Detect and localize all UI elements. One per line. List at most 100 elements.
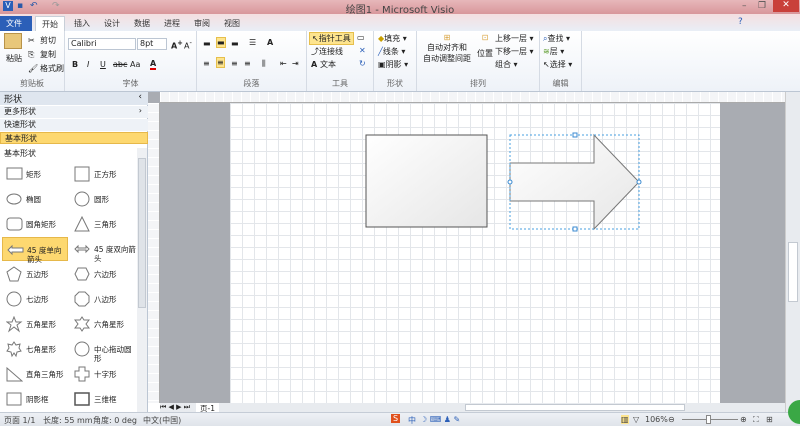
horizontal-scrollbar[interactable] <box>465 404 685 411</box>
tab-data[interactable]: 数据 <box>128 16 156 31</box>
format-painter-button[interactable]: 🖌 格式刷 <box>28 63 64 74</box>
tab-view[interactable]: 视图 <box>218 16 246 31</box>
selection-handle[interactable] <box>572 226 578 232</box>
tab-insert[interactable]: 插入 <box>68 16 96 31</box>
align-left-button[interactable]: ≡ <box>203 59 210 68</box>
normal-view-icon[interactable]: ▥ <box>621 415 629 424</box>
vertical-scrollbar[interactable] <box>785 92 800 412</box>
minimize-button[interactable]: – <box>742 1 747 11</box>
zoom-level[interactable]: 106% <box>645 415 668 424</box>
shape-item[interactable]: 五角星形 <box>2 312 68 336</box>
bring-forward-button[interactable]: 上移一层 ▾ <box>495 33 534 44</box>
bold-button[interactable]: B <box>72 60 78 69</box>
zoom-slider-thumb[interactable] <box>706 415 711 424</box>
shape-item[interactable]: 中心拖动圆形 <box>70 337 136 363</box>
arrow-shape[interactable] <box>509 133 640 231</box>
rectangle-shape[interactable] <box>365 134 488 228</box>
scroll-thumb[interactable] <box>788 242 798 302</box>
rotate-icon[interactable]: ↻ <box>359 59 366 68</box>
shape-item[interactable]: 三角形 <box>70 212 136 236</box>
shape-item[interactable]: 十字形 <box>70 362 136 386</box>
ime-toolbar-icons[interactable]: ☽ ⌨ ♟ ✎ <box>420 415 460 424</box>
align-bottom-button[interactable]: ▬ <box>231 39 239 48</box>
paste-icon[interactable] <box>4 33 22 49</box>
selection-handle[interactable] <box>572 132 578 138</box>
find-button[interactable]: ⌕查找 ▾ <box>543 33 570 44</box>
font-name-select[interactable]: Calibri <box>68 38 136 50</box>
shape-item[interactable]: 六边形 <box>70 262 136 286</box>
ime-mode[interactable]: 中 <box>408 415 416 426</box>
zoom-in-button[interactable]: ⊕ <box>740 415 747 424</box>
pan-zoom-icon[interactable]: ⊞ <box>766 415 773 424</box>
quick-shapes-item[interactable]: 快速形状 <box>0 119 148 131</box>
change-case-button[interactable]: Aa <box>130 60 140 69</box>
page-nav-icons[interactable]: ⏮ ◀ ▶ ⏭ <box>160 403 190 412</box>
bullets-button[interactable]: ☰ <box>249 38 256 47</box>
shape-item[interactable]: 阴影框 <box>2 387 68 411</box>
text-tool-button[interactable]: A 文本 <box>311 59 336 70</box>
align-right-button[interactable]: ≡ <box>231 59 238 68</box>
justify-button[interactable]: ≡ <box>244 59 251 68</box>
group-button[interactable]: 组合 ▾ <box>495 59 518 70</box>
pointer-tool-button[interactable]: ↖指针工具 <box>309 32 354 45</box>
shape-item[interactable]: 正方形 <box>70 162 136 186</box>
help-icon[interactable]: ? <box>738 17 743 27</box>
tab-file[interactable]: 文件 <box>0 16 32 31</box>
collapse-icon[interactable]: ‹ <box>138 92 142 102</box>
rectangle-tool-icon[interactable]: ▭ <box>357 33 365 42</box>
tab-process[interactable]: 进程 <box>158 16 186 31</box>
sogou-ime-icon[interactable]: S <box>391 414 401 423</box>
shrink-font-button[interactable]: A- <box>184 39 192 51</box>
font-size-select[interactable]: 8pt <box>137 38 167 50</box>
tab-review[interactable]: 审阅 <box>188 16 216 31</box>
text-direction-button[interactable]: A <box>267 38 273 47</box>
tab-home[interactable]: 开始 <box>35 16 65 31</box>
distribute-button[interactable]: ⫼ <box>262 59 266 69</box>
shape-item[interactable]: 椭圆 <box>2 187 68 211</box>
select-button[interactable]: ↖选择 ▾ <box>543 59 572 70</box>
underline-button[interactable]: U <box>100 60 106 69</box>
shape-item[interactable]: 圆形 <box>70 187 136 211</box>
more-shapes-item[interactable]: 更多形状 › <box>0 106 148 118</box>
selection-handle[interactable] <box>636 179 642 185</box>
shape-item[interactable]: 六角星形 <box>70 312 136 336</box>
shapes-scrollbar[interactable] <box>137 148 147 412</box>
position-button[interactable]: ⊡ 位置 <box>477 33 493 59</box>
font-color-button[interactable]: A <box>150 59 157 70</box>
align-top-button[interactable]: ▬ <box>203 39 211 48</box>
send-backward-button[interactable]: 下移一层 ▾ <box>495 46 534 57</box>
shape-item[interactable]: 矩形 <box>2 162 68 186</box>
copy-button[interactable]: ⎘ 复制 <box>28 49 56 60</box>
close-x-icon[interactable]: ✕ <box>359 46 366 55</box>
strikethrough-button[interactable]: abc <box>113 60 127 69</box>
restore-button[interactable]: ❐ <box>758 1 766 11</box>
shape-item[interactable]: 45 度双向箭头 <box>70 237 136 263</box>
zoom-out-button[interactable]: ⊖ <box>668 415 675 424</box>
drawing-page[interactable] <box>230 103 720 403</box>
shape-item[interactable]: 圆角矩形 <box>2 212 68 236</box>
align-center-button[interactable]: ≡ <box>216 57 225 68</box>
basic-shapes-item[interactable]: 基本形状 <box>0 132 148 144</box>
fit-page-icon[interactable]: ⛶ <box>753 415 759 425</box>
auto-align-space-button[interactable]: ⊞ 自动对齐和 自动调整间距 <box>421 33 473 64</box>
shape-item[interactable]: 五边形 <box>2 262 68 286</box>
fill-button[interactable]: ◆填充 ▾ <box>378 33 407 44</box>
line-button[interactable]: ╱线条 ▾ <box>378 46 405 57</box>
full-screen-icon[interactable]: ▽ <box>633 415 639 424</box>
tab-design[interactable]: 设计 <box>98 16 126 31</box>
italic-button[interactable]: I <box>87 60 89 69</box>
paste-button[interactable]: 粘贴 <box>6 53 22 64</box>
cut-button[interactable]: ✂ 剪切 <box>28 35 56 46</box>
scroll-thumb[interactable] <box>138 158 146 308</box>
shape-item[interactable]: 45 度单向箭头 <box>2 237 68 264</box>
layer-button[interactable]: ≋层 ▾ <box>543 46 564 57</box>
grow-font-button[interactable]: A+ <box>171 39 183 51</box>
shape-item[interactable]: 直角三角形 <box>2 362 68 386</box>
align-middle-button[interactable]: ▬ <box>216 37 226 48</box>
shape-item[interactable]: 三维框 <box>70 387 136 411</box>
selection-handle[interactable] <box>507 179 513 185</box>
shape-item[interactable]: 七边形 <box>2 287 68 311</box>
close-button[interactable]: ✕ <box>773 0 799 12</box>
shadow-button[interactable]: ▣阴影 ▾ <box>378 59 408 70</box>
decrease-indent-button[interactable]: ⇤ <box>280 59 287 68</box>
